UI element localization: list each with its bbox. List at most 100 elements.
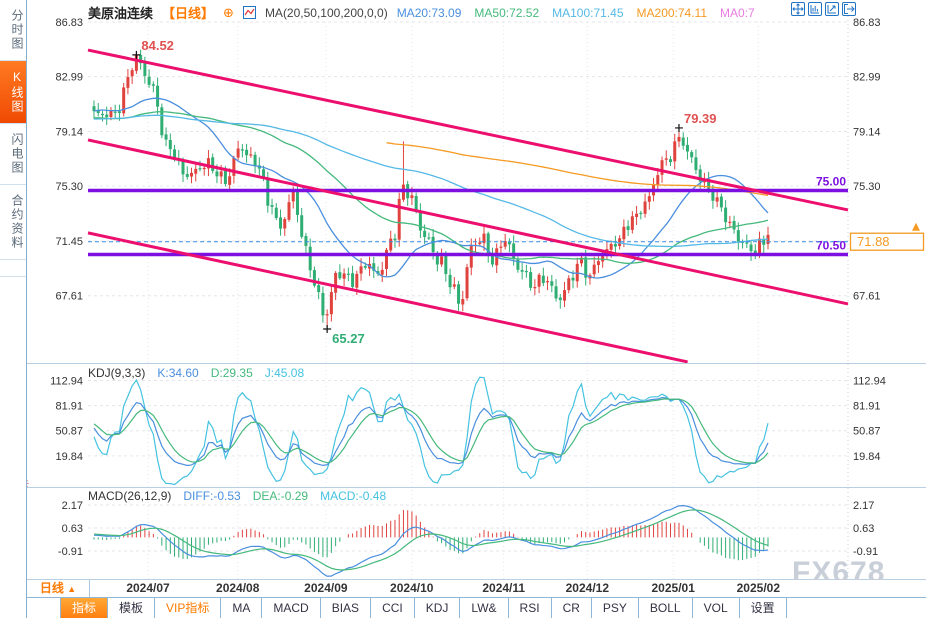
price-axis-label-right: 86.83 [853,17,881,29]
ma-value: MA100:71.45 [552,6,623,20]
chevron-up-icon: ▲ [67,584,76,594]
indicator-tab-LW&[interactable]: LW& [460,598,508,618]
chart-style-icon[interactable] [243,6,256,19]
indicator-tab-RSI[interactable]: RSI [509,598,552,618]
kdj-values: K:34.60D:29.35J:45.08 [157,366,304,380]
period-tag: 【日线】 [162,3,214,22]
month-label: 2024/11 [482,581,525,595]
indicator-tab-指标[interactable]: 指标 [61,598,108,618]
month-label: 2024/10 [390,581,433,595]
macd-line [94,506,768,577]
sidebar-tab-2[interactable]: K线图 [0,61,26,124]
macd-axis-label-left: -0.91 [58,546,83,558]
add-indicator-icon[interactable]: ⊕ [223,5,234,21]
macd-value: DEA:-0.29 [253,489,308,503]
current-price-label: 71.88 [857,234,890,249]
symbol-title: 美原油连续 [88,3,153,22]
ma-values: MA20:73.09MA50:72.52MA100:71.45MA200:74.… [397,6,755,20]
kdj-value: K:34.60 [157,366,198,380]
macd-values: DIFF:-0.53 DEA:-0.29 MACD:-0.48 [183,489,386,503]
macd-axis-label-left: 2.17 [62,500,83,512]
indicator-tab-CCI[interactable]: CCI [371,598,415,618]
price-axis-label-left: 82.99 [55,72,83,84]
ma-value: MA0:7 [720,6,755,20]
period-selector-label: 日线 [40,581,64,595]
ma-line-MA100 [94,115,768,246]
sidebar: 分时图K线图闪电图合约资料 [0,0,27,618]
macd-histogram [94,510,768,560]
price-axis-label-left: 75.30 [55,181,83,193]
macd-axis-label-left: 0.63 [62,523,83,535]
indicator-tab-KDJ[interactable]: KDJ [415,598,461,618]
indicator-tab-BIAS[interactable]: BIAS [321,598,371,618]
month-label: 2025/01 [651,581,694,595]
month-label: 2024/07 [126,581,169,595]
exit-fullscreen-icon[interactable] [842,2,856,16]
month-label: 2024/12 [566,581,609,595]
month-label: 2025/02 [737,581,780,595]
kdj-axis-label-right: 81.91 [853,401,881,413]
price-axis-label-left: 67.61 [55,291,83,303]
ma-formula: MA(20,50,100,200,0,0) [265,6,388,20]
price-axis-label-left: 79.14 [55,127,83,139]
price-arrow-icon [912,223,920,231]
sidebar-tab-1[interactable]: 分时图 [0,0,26,61]
kdj-axis-label-left: 19.84 [55,451,83,463]
time-axis: 日线 ▲ 2024/07 2024/08 2024/09 2024/10 2024/11… [27,580,926,597]
macd-header: MACD(26,12,9) DIFF:-0.53 DEA:-0.29 MACD:-0… [88,489,386,503]
indicator-tab-设置[interactable]: 设置 [740,598,787,618]
sidebar-tab-3[interactable]: 闪电图 [0,124,26,185]
price-axis-label-left: 71.45 [55,236,83,248]
kdj-axis-label-left: 81.91 [55,401,83,413]
indicator-toolbar: 指标模板VIP指标MAMACDBIASCCIKDJLW&RSICRPSYBOLL… [27,597,926,618]
level-label: 70.50 [816,239,846,253]
indicator-tab-PSY[interactable]: PSY [592,598,639,618]
sidebar-tab-4[interactable]: 合约资料 [0,185,26,260]
extreme-cross-marker [323,325,331,333]
kdj-axis-label-right: 19.84 [853,451,881,463]
macd-value: MACD:-0.48 [320,489,386,503]
month-label: 2024/08 [216,581,259,595]
annotation-low: 65.27 [332,331,365,346]
annotation-high: 84.52 [141,38,174,53]
level-label: 75.00 [816,174,846,188]
indicator-tab-模板[interactable]: 模板 [108,598,155,618]
kdj-label: KDJ(9,3,3) [88,366,145,380]
toolbar-spacer [27,598,61,618]
kdj-axis-label-right: 50.87 [853,426,881,438]
price-axis-label-right: 82.99 [853,72,881,84]
indicator-tab-MACD[interactable]: MACD [262,598,320,618]
kdj-axis-label-left: 50.87 [55,426,83,438]
chart-play-icon[interactable] [825,2,839,16]
indicator-tab-BOLL[interactable]: BOLL [639,598,693,618]
extreme-cross-marker [675,124,683,132]
period-selector[interactable]: 日线 ▲ [27,580,90,597]
macd-axis-label-right: 0.63 [853,523,874,535]
ma-line-MA200 [386,143,768,196]
macd-line [94,510,768,570]
macd-label: MACD(26,12,9) [88,489,171,503]
indicator-tab-VIP指标[interactable]: VIP指标 [155,598,221,618]
annotation-high: 79.39 [684,111,717,126]
kdj-line [94,398,768,466]
ma-value: MA20:73.09 [397,6,462,20]
window-tool-icons [791,2,856,16]
indicator-tab-VOL[interactable]: VOL [693,598,740,618]
indicator-tab-CR[interactable]: CR [552,598,592,618]
chart-header: 美原油连续 【日线】 ⊕ MA(20,50,100,200,0,0) MA20:… [88,3,755,22]
price-axis-label-right: 67.61 [853,291,881,303]
price-axis-label-right: 79.14 [853,127,881,139]
sidebar-stub [0,260,26,277]
kdj-axis-label-left: 112.94 [50,376,83,388]
crosshair-icon[interactable] [791,2,805,16]
ma-value: MA200:74.11 [637,6,708,20]
price-axis-label-right: 75.30 [853,181,881,193]
macd-value: DIFF:-0.53 [183,489,240,503]
kdj-header: KDJ(9,3,3) K:34.60D:29.35J:45.08 [88,366,304,380]
macd-axis-label-right: 2.17 [853,500,874,512]
indicator-tab-MA[interactable]: MA [221,598,262,618]
kdj-axis-label-right: 112.94 [853,376,886,388]
month-label: 2024/09 [304,581,347,595]
price-axis-label-left: 86.83 [55,17,83,29]
axis-scale-icon[interactable] [808,2,822,16]
